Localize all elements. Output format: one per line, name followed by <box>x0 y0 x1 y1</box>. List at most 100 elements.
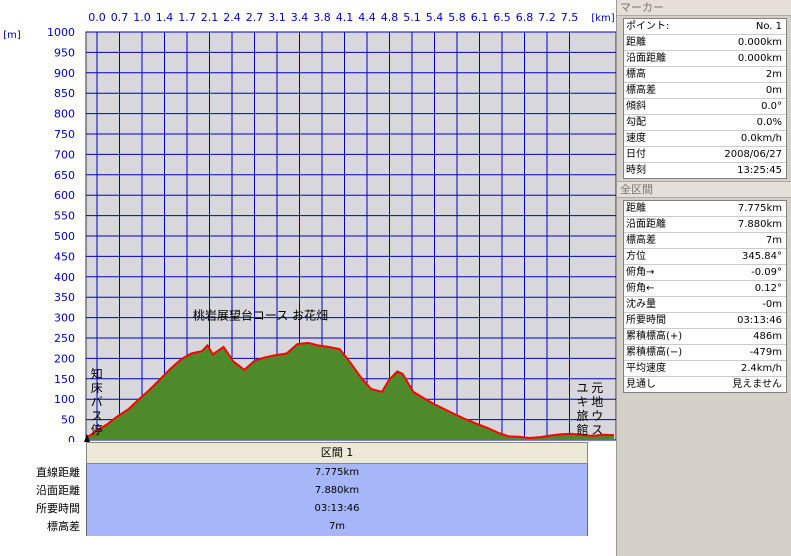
total-row-value: -0.09° <box>751 267 782 278</box>
marker-row: 日付 2008/06/27 <box>624 147 786 163</box>
total-row-label: 平均速度 <box>626 363 666 374</box>
x-tick-label: 4.1 <box>336 11 354 24</box>
y-tick-label: 300 <box>54 312 75 325</box>
x-tick-label: 0.0 <box>88 11 106 24</box>
annotation-label: ユ <box>576 381 588 395</box>
x-tick-label: 6.1 <box>471 11 489 24</box>
total-row-value: 7.880km <box>737 219 782 230</box>
y-tick-label: 1000 <box>47 26 75 39</box>
marker-row-value: 0.0% <box>756 117 782 128</box>
annotation-label: 地 <box>591 395 603 409</box>
total-row-value: 7m <box>765 235 782 246</box>
total-row: 沿面距離 7.880km <box>624 217 786 233</box>
x-axis-label: [km] <box>591 13 614 24</box>
marker-row-value: 0.0km/h <box>740 133 782 144</box>
y-tick-label: 950 <box>54 46 75 59</box>
y-tick-label: 700 <box>54 148 75 161</box>
y-tick-label: 400 <box>54 271 75 284</box>
total-row-value: 2.4km/h <box>740 363 782 374</box>
marker-row-value: 0.000km <box>737 37 782 48</box>
chart-title: 桃岩展望台コース お花畑 <box>193 308 328 323</box>
elevation-chart[interactable]: 0 50 100 150 200 250 300 350 400 450 500 550 600 650 7… <box>0 0 616 442</box>
annotation-label: キ <box>576 395 588 409</box>
total-row-label: 累積標高(+) <box>626 331 683 342</box>
x-tick-label: 3.1 <box>268 11 286 24</box>
y-axis-label: [m] <box>3 30 21 41</box>
x-tick-label: 5.1 <box>403 11 421 24</box>
x-tick-label: 1.0 <box>133 11 151 24</box>
total-row-value: 03:13:46 <box>737 315 782 326</box>
total-row-value: 7.775km <box>737 203 782 214</box>
section-row-label: 標高差 <box>47 520 80 533</box>
annotation-label: 旅 <box>576 409 588 423</box>
y-tick-label: 350 <box>54 291 75 304</box>
info-panel: マーカー ポイント: No. 1 距離 0.000km 沿面距離 0.000km 標高 2m 標… <box>616 0 791 556</box>
x-tick-label: 4.4 <box>358 11 376 24</box>
x-tick-label: 1.7 <box>178 11 196 24</box>
x-tick-label: 6.5 <box>493 11 511 24</box>
section-row: 直線距離 7.775km <box>0 464 590 482</box>
y-tick-label: 600 <box>54 189 75 202</box>
total-panel-title: 全区間 <box>617 181 791 198</box>
marker-row-value: 0.0° <box>761 101 782 112</box>
total-row-value: 486m <box>753 331 782 342</box>
total-row: 見通し 見えません <box>624 377 786 392</box>
section-row: 所要時間 03:13:46 <box>0 500 590 518</box>
total-row: 累積標高(−) -479m <box>624 345 786 361</box>
y-tick-label: 500 <box>54 230 75 243</box>
total-row-value: 345.84° <box>742 251 782 262</box>
annotation-label: 元 <box>591 381 603 395</box>
y-tick-label: 100 <box>54 393 75 406</box>
marker-row-label: 距離 <box>626 37 646 48</box>
section-row-label: 所要時間 <box>36 502 80 515</box>
annotation-label: ス <box>91 409 103 423</box>
y-tick-label: 550 <box>54 210 75 223</box>
marker-row-label: 標高 <box>626 69 646 80</box>
total-row-label: 累積標高(−) <box>626 347 683 358</box>
marker-row-value: 0m <box>765 85 782 96</box>
total-row-label: 標高差 <box>626 235 656 246</box>
x-tick-label: 0.7 <box>111 11 129 24</box>
marker-row: 勾配 0.0% <box>624 115 786 131</box>
marker-row: 時刻 13:25:45 <box>624 163 786 178</box>
y-tick-label: 750 <box>54 128 75 141</box>
marker-row: 標高差 0m <box>624 83 786 99</box>
section-row-value: 7m <box>86 518 588 536</box>
total-row-label: 沿面距離 <box>626 219 666 230</box>
annotation-label: ウ <box>591 409 603 423</box>
total-row: 所要時間 03:13:46 <box>624 313 786 329</box>
x-tick-label: 4.8 <box>381 11 399 24</box>
section-row-label: 沿面距離 <box>36 484 80 497</box>
marker-row-label: ポイント: <box>626 21 670 32</box>
marker-info-list[interactable]: ポイント: No. 1 距離 0.000km 沿面距離 0.000km 標高 2m 標高差 0m 傾… <box>623 18 787 179</box>
section-row-label: 直線距離 <box>36 466 80 479</box>
y-tick-label: 800 <box>54 108 75 121</box>
marker-row-value: 13:25:45 <box>737 165 782 176</box>
annotation-label: 床 <box>91 381 103 395</box>
y-tick-label: 200 <box>54 352 75 365</box>
total-row: 俯角← 0.12° <box>624 281 786 297</box>
x-tick-label: 5.8 <box>448 11 466 24</box>
marker-row-value: No. 1 <box>755 21 782 32</box>
section-row-value: 7.775km <box>86 464 588 482</box>
annotation-label: ス <box>591 423 603 437</box>
total-row: 方位 345.84° <box>624 249 786 265</box>
total-row: 累積標高(+) 486m <box>624 329 786 345</box>
annotation-label: バ <box>91 395 103 409</box>
total-row-label: 見通し <box>626 379 656 390</box>
marker-row-value: 2008/06/27 <box>724 149 782 160</box>
x-tick-label: 2.4 <box>223 11 241 24</box>
x-tick-label: 1.4 <box>156 11 174 24</box>
total-row: 俯角→ -0.09° <box>624 265 786 281</box>
y-tick-label: 250 <box>54 332 75 345</box>
marker-row: 傾斜 0.0° <box>624 99 786 115</box>
marker-row-value: 0.000km <box>737 53 782 64</box>
marker-row-label: 日付 <box>626 149 646 160</box>
marker-row: 距離 0.000km <box>624 35 786 51</box>
total-row-label: 所要時間 <box>626 315 666 326</box>
total-info-list[interactable]: 距離 7.775km 沿面距離 7.880km 標高差 7m 方位 345.84° 俯角→ -0.… <box>623 200 787 393</box>
marker-panel-title: マーカー <box>617 0 791 16</box>
annotation-label: 知 <box>91 367 103 381</box>
section-header[interactable]: 区間 1 <box>86 442 588 464</box>
x-tick-label: 2.7 <box>246 11 264 24</box>
